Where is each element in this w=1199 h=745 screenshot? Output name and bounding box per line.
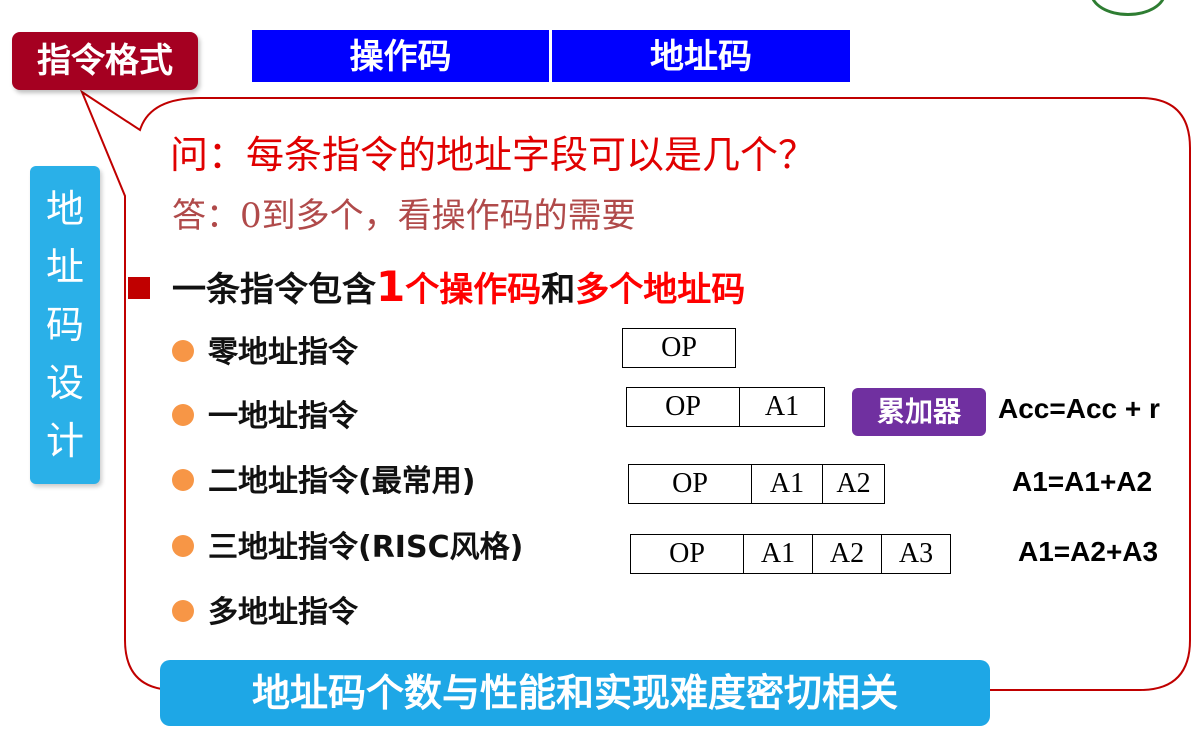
list-item-label: 一地址指令 <box>208 399 358 434</box>
section-tag: 指令格式 <box>12 32 198 90</box>
list-item-label: 二地址指令(最常用) <box>208 464 476 499</box>
bullet-dot-icon <box>172 403 194 426</box>
main-point: 一条指令包含1个操作码和多个地址码 <box>128 262 745 315</box>
list-item: 一地址指令 <box>172 397 358 437</box>
side-label-char: 址 <box>45 245 84 289</box>
list-item-label: 多地址指令 <box>208 595 358 630</box>
format-field: OP <box>627 388 740 426</box>
list-item-label: 零地址指令 <box>208 335 358 370</box>
formula-three-address: A1=A2+A3 <box>1018 536 1159 567</box>
side-label-char: 计 <box>45 419 84 463</box>
list-item: 二地址指令(最常用) <box>172 462 475 502</box>
bullet-dot-icon <box>172 599 194 622</box>
bullet-dot-icon <box>172 468 194 491</box>
side-label-char: 码 <box>45 303 84 347</box>
main-point-part1: 一条指令包含 <box>172 270 376 310</box>
list-item-label: 三地址指令(RISC风格) <box>208 530 524 565</box>
format-field: A3 <box>898 538 934 569</box>
list-item: 三地址指令(RISC风格) <box>172 528 523 568</box>
formula-one-address: Acc=Acc + r <box>998 393 1160 424</box>
side-label-char: 设 <box>45 361 84 405</box>
side-label-char: 地 <box>45 187 84 231</box>
format-field: A1 <box>744 535 813 573</box>
list-item: 零地址指令 <box>172 333 358 373</box>
formula-two-address: A1=A1+A2 <box>1012 466 1153 497</box>
zero-address-format: OP <box>622 328 736 368</box>
side-label: 地 址 码 设 计 <box>30 166 100 484</box>
square-bullet-icon <box>128 276 150 299</box>
summary-banner: 地址码个数与性能和实现难度密切相关 <box>160 660 990 726</box>
list-item: 多地址指令 <box>172 593 358 633</box>
bullet-dot-icon <box>172 534 194 557</box>
answer-text: 答：0到多个，看操作码的需要 <box>172 196 636 236</box>
format-field: OP <box>629 465 752 503</box>
format-field: A2 <box>836 468 871 499</box>
question-text: 问：每条指令的地址字段可以是几个？ <box>170 133 817 177</box>
address-header: 地址码 <box>552 30 850 82</box>
main-point-one: 1 <box>376 262 406 311</box>
main-point-part3: 和 <box>541 270 576 310</box>
main-point-part2: 个操作码 <box>405 270 542 310</box>
format-field: A2 <box>813 535 882 573</box>
one-address-format: OP A1 <box>626 387 825 427</box>
format-field: OP <box>631 535 744 573</box>
bullet-dot-icon <box>172 339 194 362</box>
format-field: A1 <box>764 391 800 422</box>
main-point-part4: 多个地址码 <box>575 270 746 310</box>
format-field: A1 <box>752 465 823 503</box>
opcode-header: 操作码 <box>252 30 549 82</box>
format-field: OP <box>661 332 697 363</box>
three-address-format: OP A1 A2 A3 <box>630 534 951 574</box>
two-address-format: OP A1 A2 <box>628 464 885 504</box>
accumulator-badge: 累加器 <box>852 388 986 436</box>
